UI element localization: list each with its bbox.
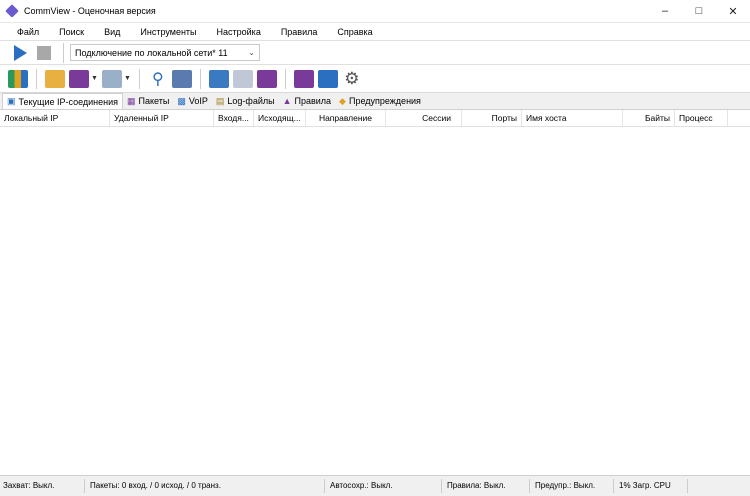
separator xyxy=(138,68,140,89)
status-capture: Захват: Выкл. xyxy=(0,479,85,493)
tab-voip[interactable]: ▩ VoIP xyxy=(173,93,212,109)
tab-label: Текущие IP-соединения xyxy=(18,96,119,107)
scheduler-icon[interactable] xyxy=(232,69,253,88)
status-packets: Пакеты: 0 вход. / 0 исход. / 0 транз. xyxy=(85,479,325,493)
monitor-icon: ▣ xyxy=(7,96,16,106)
search-icon[interactable]: ⚲ xyxy=(148,70,168,88)
column-sessions[interactable]: Сессии xyxy=(386,110,462,126)
table-header: Локальный IP Удаленный IP Входя... Исход… xyxy=(0,110,750,127)
tab-label: VoIP xyxy=(188,96,208,106)
menu-file[interactable]: Файл xyxy=(7,27,49,37)
status-cpu: 1% Загр. CPU xyxy=(614,479,688,493)
column-remote-ip[interactable]: Удаленный IP xyxy=(110,110,214,126)
menu-rules[interactable]: Правила xyxy=(271,27,328,37)
status-alarms: Предупр.: Выкл. xyxy=(530,479,614,493)
status-autosave: Автосохр.: Выкл. xyxy=(325,479,442,493)
column-hostname[interactable]: Имя хоста xyxy=(522,110,623,126)
status-rules: Правила: Выкл. xyxy=(442,479,530,493)
close-button[interactable]: ✕ xyxy=(716,5,750,18)
column-process[interactable]: Процесс xyxy=(675,110,728,126)
log-icon: ▤ xyxy=(215,95,225,106)
status-bar: Захват: Выкл. Пакеты: 0 вход. / 0 исход.… xyxy=(0,476,750,496)
column-incoming[interactable]: Входя... xyxy=(214,110,254,126)
voip-icon: ▩ xyxy=(177,95,186,106)
tab-packets[interactable]: ▦ Пакеты xyxy=(123,93,173,109)
tab-alarms[interactable]: ◆ Предупреждения xyxy=(335,93,425,109)
mac-alias-icon[interactable] xyxy=(293,69,314,88)
title-bar: CommView - Оценочная версия – □ ✕ xyxy=(0,0,750,22)
menu-bar: Файл Поиск Вид Инструменты Настройка Пра… xyxy=(0,22,750,41)
adapter-select-value: Подключение по локальной сети* 11 xyxy=(75,47,228,58)
transfer-icon[interactable] xyxy=(208,69,229,88)
ip-alias-icon[interactable] xyxy=(317,69,338,88)
tab-rules[interactable]: ▲ Правила xyxy=(279,93,335,109)
packet-generator-icon[interactable] xyxy=(256,69,277,88)
open-folder-icon[interactable] xyxy=(45,69,65,88)
tab-log-files[interactable]: ▤ Log-файлы xyxy=(212,93,279,109)
separator xyxy=(199,68,201,89)
start-capture-button[interactable] xyxy=(14,44,27,61)
tab-label: Пакеты xyxy=(138,96,170,106)
menu-tools[interactable]: Инструменты xyxy=(130,27,206,37)
app-logo-icon xyxy=(5,4,19,18)
stop-capture-button[interactable] xyxy=(37,45,51,60)
column-ports[interactable]: Порты xyxy=(462,110,522,126)
tab-label: Правила xyxy=(294,96,332,106)
menu-help[interactable]: Справка xyxy=(327,27,382,37)
column-bytes[interactable]: Байты xyxy=(623,110,675,126)
column-outgoing[interactable]: Исходящ... xyxy=(254,110,306,126)
statistics-icon[interactable] xyxy=(8,69,28,88)
gear-icon[interactable]: ⚙ xyxy=(342,69,362,88)
tab-label: Предупреждения xyxy=(348,96,421,106)
tab-label: Log-файлы xyxy=(227,96,275,106)
separator xyxy=(36,68,37,89)
menu-settings[interactable]: Настройка xyxy=(207,27,271,37)
separator xyxy=(63,42,64,63)
maximize-button[interactable]: □ xyxy=(682,5,716,18)
rules-icon: ▲ xyxy=(282,96,292,106)
tab-bar: ▣ Текущие IP-соединения ▦ Пакеты ▩ VoIP ▤ Lo… xyxy=(0,93,750,110)
column-local-ip[interactable]: Локальный IP xyxy=(0,110,110,126)
bell-icon: ◆ xyxy=(339,95,346,106)
chevron-down-icon: ⌄ xyxy=(248,48,255,57)
column-direction[interactable]: Направление xyxy=(306,110,386,126)
adapter-select[interactable]: Подключение по локальной сети* 11 ⌄ xyxy=(70,44,260,61)
clear-icon[interactable] xyxy=(101,69,122,88)
clear-dropdown-icon[interactable]: ▼ xyxy=(124,75,131,82)
minimize-button[interactable]: – xyxy=(648,5,682,18)
menu-search[interactable]: Поиск xyxy=(49,27,94,37)
connections-table-body[interactable] xyxy=(0,128,750,476)
jump-to-packet-icon[interactable] xyxy=(171,69,192,88)
packets-icon: ▦ xyxy=(127,95,136,106)
window-title: CommView - Оценочная версия xyxy=(24,6,156,16)
tab-ip-connections[interactable]: ▣ Текущие IP-соединения xyxy=(2,93,124,109)
save-icon[interactable] xyxy=(69,69,89,88)
capture-toolbar: Подключение по локальной сети* 11 ⌄ xyxy=(0,41,750,65)
save-dropdown-icon[interactable]: ▼ xyxy=(91,75,98,82)
separator xyxy=(284,68,286,89)
main-toolbar: ▼ ▼ ⚲ ⚙ xyxy=(0,65,750,93)
menu-view[interactable]: Вид xyxy=(94,27,130,37)
